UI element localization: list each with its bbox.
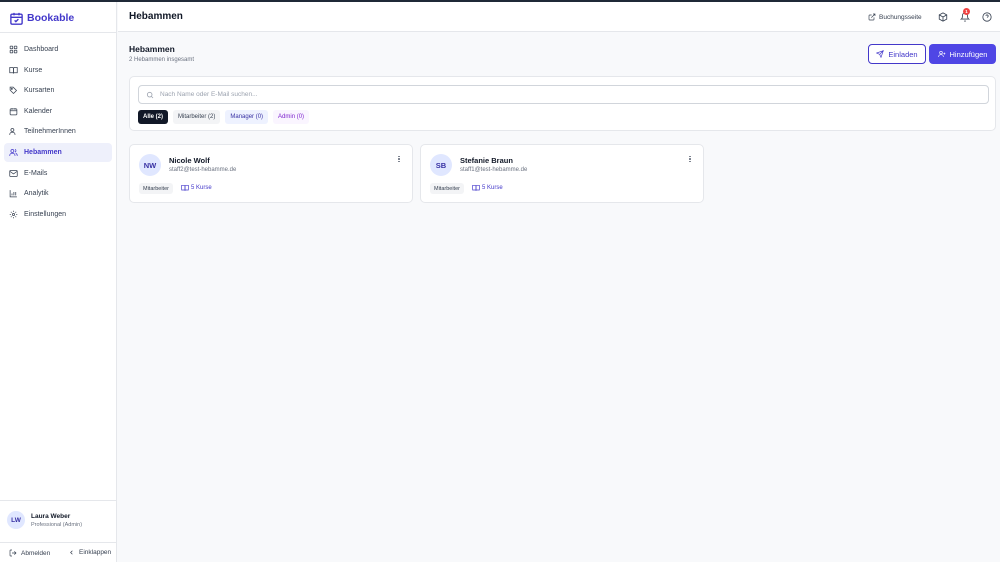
sidebar-item-dashboard[interactable]: Dashboard <box>4 40 112 59</box>
search-box[interactable] <box>138 85 989 104</box>
logout-label: Abmelden <box>21 549 51 557</box>
book-open-icon <box>181 185 189 191</box>
filter-chip-staff[interactable]: Mitarbeiter (2) <box>173 110 221 124</box>
filter-panel: Alle (2) Mitarbeiter (2) Manager (0) Adm… <box>129 76 996 131</box>
sidebar-item-teilnehmerinnen[interactable]: TeilnehmerInnen <box>4 122 112 141</box>
page-subtitle: 2 Hebammen insgesamt <box>129 57 195 63</box>
top-header: Hebammen Buchungsseite 1 <box>118 2 1000 32</box>
sidebar-item-analytik[interactable]: Analytik <box>4 184 112 203</box>
booking-link-label: Buchungsseite <box>879 13 922 21</box>
sidebar-item-label: E-Mails <box>24 169 48 177</box>
midwife-email: staff2@test-hebamme.de <box>169 167 237 173</box>
logout-icon <box>9 549 17 557</box>
sidebar-item-label: Dashboard <box>24 46 59 53</box>
book-icon <box>9 66 18 75</box>
midwife-name: Nicole Wolf <box>169 156 210 165</box>
calendar-check-icon <box>10 12 23 25</box>
sidebar-item-hebammen[interactable]: Hebammen <box>4 142 112 162</box>
tag-icon <box>9 86 18 95</box>
midwife-card[interactable]: SB Stefanie Braun staff1@test-hebamme.de… <box>420 144 704 203</box>
users-icon <box>9 127 18 136</box>
bar-chart-icon <box>9 189 18 198</box>
booking-page-link[interactable]: Buchungsseite <box>868 13 922 21</box>
sidebar: Bookable Dashboard Kurse Kursarten Kalen… <box>0 2 117 562</box>
role-badge: Mitarbeiter <box>430 183 464 194</box>
sidebar-item-label: Analytik <box>24 190 49 198</box>
sidebar-item-kursarten[interactable]: Kursarten <box>4 81 112 100</box>
sidebar-nav: Dashboard Kurse Kursarten Kalender Teiln… <box>4 40 112 225</box>
search-icon <box>146 91 154 98</box>
midwife-card[interactable]: NW Nicole Wolf staff2@test-hebamme.de Mi… <box>129 144 413 203</box>
invite-label: Einladen <box>888 49 918 59</box>
add-midwife-button[interactable]: Hinzufügen <box>929 44 996 64</box>
send-icon <box>876 50 885 58</box>
avatar: SB <box>430 154 452 176</box>
chevron-left-icon <box>70 550 73 555</box>
sidebar-item-label: Kursarten <box>24 87 55 95</box>
avatar: NW <box>139 154 161 176</box>
filter-chip-all[interactable]: Alle (2) <box>138 110 169 124</box>
sidebar-item-label: Einstellungen <box>24 210 67 218</box>
divider <box>0 542 117 543</box>
sidebar-item-label: Kalender <box>24 107 53 115</box>
user-name: Laura Weber <box>31 512 71 520</box>
more-vertical-icon[interactable] <box>396 154 402 164</box>
sidebar-item-label: Hebammen <box>24 148 62 156</box>
sidebar-item-emails[interactable]: E-Mails <box>4 164 112 183</box>
brand-logo[interactable]: Bookable <box>9 8 74 28</box>
user-plus-icon <box>937 51 945 57</box>
brand-name: Bookable <box>27 12 75 24</box>
sidebar-item-label: TeilnehmerInnen <box>24 128 76 136</box>
filter-chip-admin[interactable]: Admin (0) <box>273 110 310 124</box>
midwife-email: staff1@test-hebamme.de <box>460 167 528 173</box>
sidebar-item-kalender[interactable]: Kalender <box>4 102 112 121</box>
help-icon[interactable] <box>982 12 992 22</box>
role-filter-tabs: Alle (2) Mitarbeiter (2) Manager (0) Adm… <box>138 110 310 124</box>
sidebar-item-label: Kurse <box>24 66 43 74</box>
grid-icon <box>9 45 18 54</box>
midwife-name: Stefanie Braun <box>460 156 513 165</box>
user-group-icon <box>9 148 18 157</box>
package-icon[interactable] <box>938 12 948 22</box>
add-label: Hinzufügen <box>949 49 988 59</box>
collapse-label: Einklappen <box>79 549 112 556</box>
notification-badge: 1 <box>963 8 970 15</box>
external-link-icon <box>868 13 876 21</box>
more-vertical-icon[interactable] <box>687 154 693 164</box>
sidebar-item-kurse[interactable]: Kurse <box>4 61 112 80</box>
sidebar-item-einstellungen[interactable]: Einstellungen <box>4 205 112 224</box>
avatar: LW <box>7 511 25 529</box>
filter-chip-manager[interactable]: Manager (0) <box>225 110 269 124</box>
mail-icon <box>9 169 18 178</box>
calendar-icon <box>9 107 18 116</box>
divider <box>0 500 117 501</box>
courses-link[interactable]: 5 Kurse <box>181 184 212 192</box>
collapse-sidebar-button[interactable]: Einklappen <box>68 549 111 556</box>
user-profile[interactable]: LW Laura Weber Professional (Admin) <box>7 511 82 529</box>
search-input[interactable] <box>160 91 960 98</box>
logout-button[interactable]: Abmelden <box>9 549 50 557</box>
user-role: Professional (Admin) <box>31 521 83 528</box>
gear-icon <box>9 210 18 219</box>
courses-count: 5 Kurse <box>191 185 212 191</box>
divider <box>0 32 117 33</box>
header-title: Hebammen <box>129 11 183 22</box>
book-open-icon <box>472 185 480 191</box>
page-title: Hebammen <box>129 44 175 54</box>
role-badge: Mitarbeiter <box>139 183 173 194</box>
courses-link[interactable]: 5 Kurse <box>472 184 503 192</box>
invite-button[interactable]: Einladen <box>868 44 926 64</box>
courses-count: 5 Kurse <box>482 185 503 191</box>
